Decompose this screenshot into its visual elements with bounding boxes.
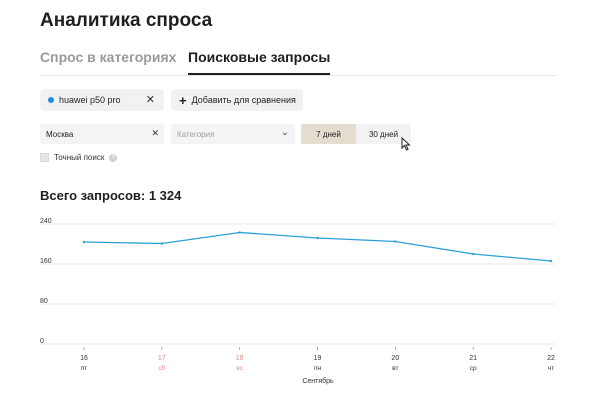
demand-line-chart: 0 80 160 240 16 пт 17 сб 18 вс 19 пн 20 вт 21 ср 22 чт Сен… bbox=[40, 218, 556, 385]
x-tick-label: 20 bbox=[391, 355, 399, 362]
tab-search-queries[interactable]: Поисковые запросы bbox=[188, 49, 331, 75]
exact-search-checkbox[interactable] bbox=[40, 153, 49, 162]
period-7-days-button[interactable]: 7 дней bbox=[301, 124, 356, 144]
help-icon[interactable]: ? bbox=[109, 153, 118, 162]
data-point bbox=[471, 252, 475, 256]
query-chip[interactable]: huawei p50 pro ✕ bbox=[40, 89, 164, 111]
series-color-dot bbox=[48, 97, 54, 103]
series-line bbox=[83, 231, 552, 262]
y-tick-label: 240 bbox=[40, 218, 52, 225]
category-placeholder: Категория bbox=[177, 129, 215, 139]
y-tick-label: 0 bbox=[40, 338, 44, 345]
x-weekday-label: вс bbox=[236, 365, 243, 372]
x-weekday-label: ср bbox=[470, 365, 477, 372]
tab-category-demand[interactable]: Спрос в категориях bbox=[40, 49, 176, 65]
data-point bbox=[238, 231, 241, 234]
x-axis-label: Сентябрь bbox=[302, 377, 334, 385]
data-point bbox=[82, 240, 86, 244]
x-tick-label: 22 bbox=[547, 355, 555, 362]
x-tick-label: 18 bbox=[236, 355, 244, 362]
x-weekday-label: сб bbox=[158, 364, 165, 372]
x-weekday-label: вт bbox=[392, 365, 398, 372]
x-tick-label: 19 bbox=[314, 355, 322, 362]
clear-icon[interactable]: ✕ bbox=[151, 128, 159, 139]
x-tick-label: 17 bbox=[158, 355, 166, 362]
x-weekday-label: чт bbox=[548, 365, 554, 372]
x-weekday-label: пт bbox=[81, 365, 88, 372]
x-tick-label: 21 bbox=[469, 355, 477, 362]
mouse-cursor-icon bbox=[401, 137, 411, 151]
exact-search-option: Точный поиск ? bbox=[40, 153, 118, 162]
y-tick-label: 80 bbox=[40, 298, 48, 305]
x-tick-label: 16 bbox=[80, 355, 88, 362]
total-queries: Всего запросов: 1 324 bbox=[40, 188, 182, 203]
close-icon[interactable]: ✕ bbox=[146, 93, 155, 106]
page-title: Аналитика спроса bbox=[40, 10, 213, 31]
add-compare-label: Добавить для сравнения bbox=[191, 95, 296, 105]
data-point bbox=[316, 236, 319, 240]
y-tick-label: 160 bbox=[40, 258, 52, 265]
add-compare-button[interactable]: + Добавить для сравнения bbox=[171, 89, 303, 111]
tabs-bar: Спрос в категориях Поисковые запросы bbox=[40, 49, 556, 76]
plus-icon: + bbox=[179, 92, 187, 108]
chevron-down-icon: ⌄ bbox=[280, 127, 289, 138]
data-point bbox=[394, 240, 397, 243]
data-point bbox=[549, 259, 553, 263]
query-chip-label: huawei p50 pro bbox=[59, 95, 121, 105]
category-select[interactable]: Категория ⌄ bbox=[171, 124, 295, 144]
city-field[interactable]: Москва ✕ bbox=[40, 124, 164, 144]
data-point bbox=[160, 242, 164, 245]
city-value: Москва bbox=[46, 129, 74, 139]
x-weekday-label: пн bbox=[314, 365, 322, 372]
period-switch: 7 дней 30 дней bbox=[301, 124, 411, 144]
exact-search-label: Точный поиск bbox=[54, 153, 105, 162]
